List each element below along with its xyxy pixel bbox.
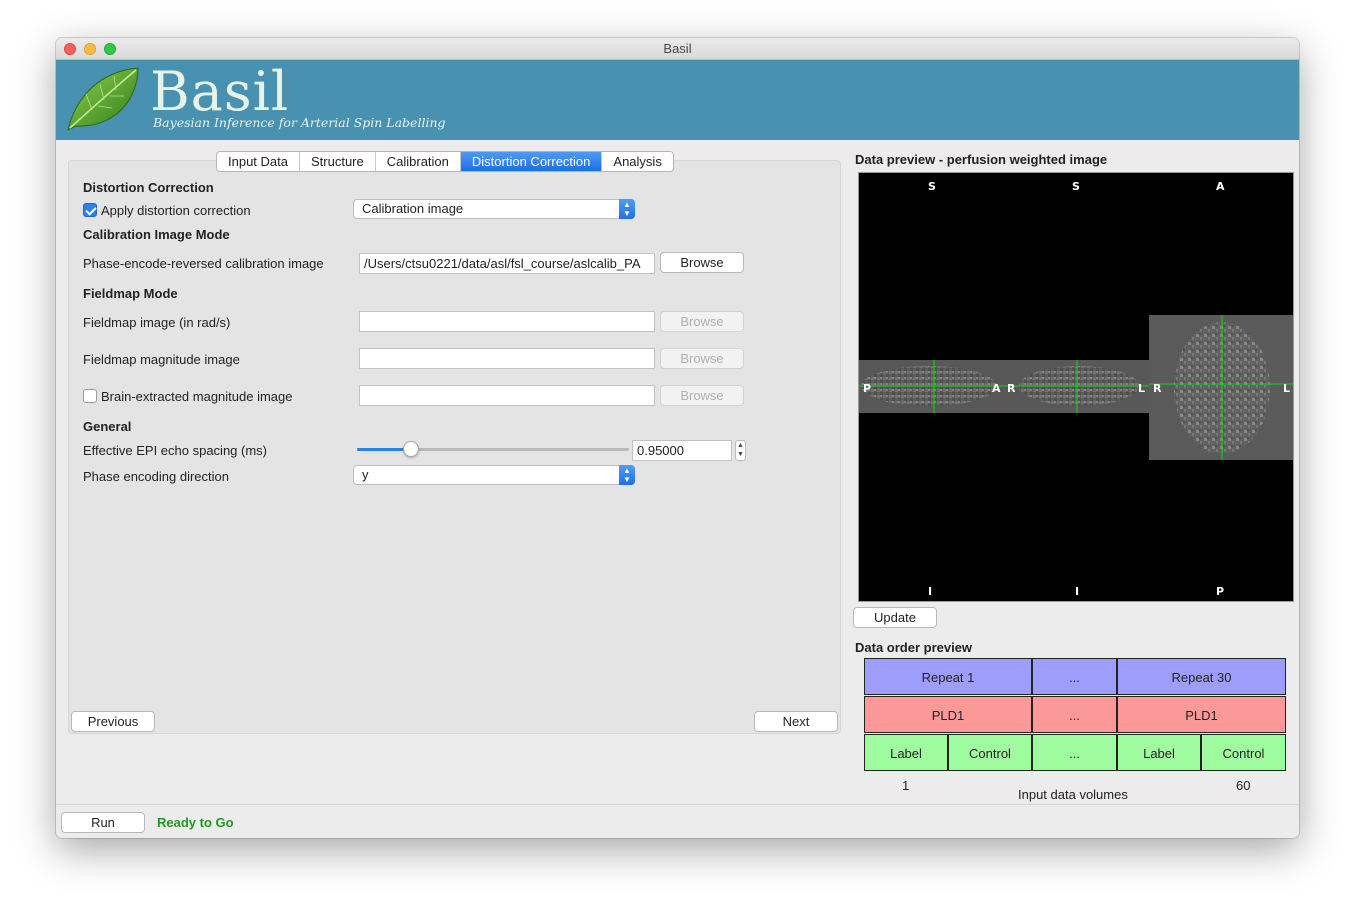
close-window-button[interactable] — [64, 43, 76, 55]
pe-direction-select[interactable]: y ▲ ▼ — [353, 465, 635, 485]
app-banner: Basil Bayesian Inference for Arterial Sp… — [56, 60, 1299, 140]
tc-ellipsis-cell: ... — [1032, 734, 1117, 771]
control-cell: Control — [948, 734, 1032, 771]
pe-direction-label: Phase encoding direction — [83, 469, 229, 484]
tab-structure[interactable]: Structure — [300, 152, 376, 171]
pld-cell: PLD1 — [1117, 696, 1286, 733]
orient-label: A — [992, 382, 1001, 395]
preview-title: Data preview - perfusion weighted image — [855, 152, 1108, 167]
repeat-ellipsis-cell: ... — [1032, 658, 1117, 695]
tab-analysis[interactable]: Analysis — [602, 152, 672, 171]
distortion-heading: Distortion Correction — [83, 180, 214, 195]
pe-reversed-browse-button[interactable]: Browse — [660, 252, 744, 273]
echo-spacing-stepper[interactable]: ▲ ▼ — [735, 440, 746, 461]
orient-label: R — [1153, 382, 1162, 395]
orient-label: R — [1007, 382, 1016, 395]
orient-label: I — [1075, 585, 1080, 598]
apply-distortion-label: Apply distortion correction — [101, 203, 251, 218]
banner-title: Basil — [150, 60, 290, 123]
previous-button[interactable]: Previous — [71, 711, 155, 732]
pld-cell: PLD1 — [864, 696, 1032, 733]
basil-leaf-logo — [67, 67, 139, 131]
volume-last-index: 60 — [1236, 778, 1251, 793]
fieldmap-heading: Fieldmap Mode — [83, 286, 178, 301]
apply-distortion-checkbox[interactable] — [83, 203, 97, 217]
echo-spacing-slider[interactable] — [357, 448, 629, 451]
pe-direction-value: y — [362, 467, 369, 482]
orient-label: S — [928, 180, 936, 193]
brain-extracted-label: Brain-extracted magnitude image — [101, 389, 293, 404]
brain-extracted-browse-button[interactable]: Browse — [660, 385, 744, 406]
orient-label: S — [1072, 180, 1080, 193]
tab-bar: Input Data Structure Calibration Distort… — [216, 151, 674, 172]
minimize-window-button[interactable] — [84, 43, 96, 55]
orient-label: L — [1138, 382, 1146, 395]
echo-spacing-label: Effective EPI echo spacing (ms) — [83, 443, 268, 458]
control-cell: Control — [1201, 734, 1286, 771]
calib-mode-heading: Calibration Image Mode — [83, 227, 230, 242]
run-button[interactable]: Run — [61, 812, 145, 833]
select-arrows-icon: ▲ ▼ — [619, 199, 635, 219]
general-heading: General — [83, 419, 132, 434]
distortion-mode-value: Calibration image — [362, 201, 464, 216]
status-message: Ready to Go — [157, 815, 234, 830]
volume-first-index: 1 — [902, 778, 910, 793]
echo-spacing-input[interactable]: 0.95000 — [632, 440, 732, 461]
label-cell: Label — [864, 734, 948, 771]
tab-input-data[interactable]: Input Data — [217, 152, 300, 171]
repeat-first-cell: Repeat 1 — [864, 658, 1032, 695]
repeat-last-cell: Repeat 30 — [1117, 658, 1286, 695]
pe-reversed-path-field[interactable]: /Users/ctsu0221/data/asl/fsl_course/aslc… — [359, 253, 655, 274]
maximize-window-button[interactable] — [104, 43, 116, 55]
orient-label: L — [1283, 382, 1291, 395]
pe-reversed-label: Phase-encode-reversed calibration image — [83, 256, 324, 271]
distortion-mode-select[interactable]: Calibration image ▲ ▼ — [353, 199, 635, 219]
fieldmap-magnitude-browse-button[interactable]: Browse — [660, 348, 744, 369]
next-button[interactable]: Next — [754, 711, 838, 732]
orient-label: A — [1216, 180, 1225, 193]
banner-subtitle: Bayesian Inference for Arterial Spin Lab… — [153, 115, 446, 130]
orient-label: P — [1216, 585, 1225, 598]
tab-calibration[interactable]: Calibration — [376, 152, 461, 171]
title-bar: Basil — [56, 38, 1299, 60]
brain-extracted-field[interactable] — [359, 385, 655, 406]
data-order-title: Data order preview — [855, 640, 973, 655]
fieldmap-image-browse-button[interactable]: Browse — [660, 311, 744, 332]
pld-ellipsis-cell: ... — [1032, 696, 1117, 733]
orient-label: I — [928, 585, 933, 598]
app-window: Basil Basil Bayesian Inference for Arter… — [56, 38, 1299, 838]
brain-slices-view — [859, 315, 1293, 460]
update-preview-button[interactable]: Update — [853, 607, 937, 628]
fieldmap-magnitude-field[interactable] — [359, 348, 655, 369]
fieldmap-magnitude-label: Fieldmap magnitude image — [83, 352, 240, 367]
fieldmap-image-label: Fieldmap image (in rad/s) — [83, 315, 231, 330]
perfusion-preview-image[interactable]: S S A I I P P A R L R L — [858, 172, 1294, 602]
input-volumes-label: Input data volumes — [1018, 787, 1128, 802]
fieldmap-image-field[interactable] — [359, 311, 655, 332]
orient-label: P — [863, 382, 872, 395]
tab-distortion-correction[interactable]: Distortion Correction — [460, 152, 603, 171]
window-title: Basil — [663, 41, 692, 56]
status-bar: Run Ready to Go — [56, 804, 1299, 838]
label-cell: Label — [1117, 734, 1201, 771]
select-arrows-icon: ▲ ▼ — [619, 465, 635, 485]
brain-extracted-checkbox[interactable] — [83, 389, 97, 403]
